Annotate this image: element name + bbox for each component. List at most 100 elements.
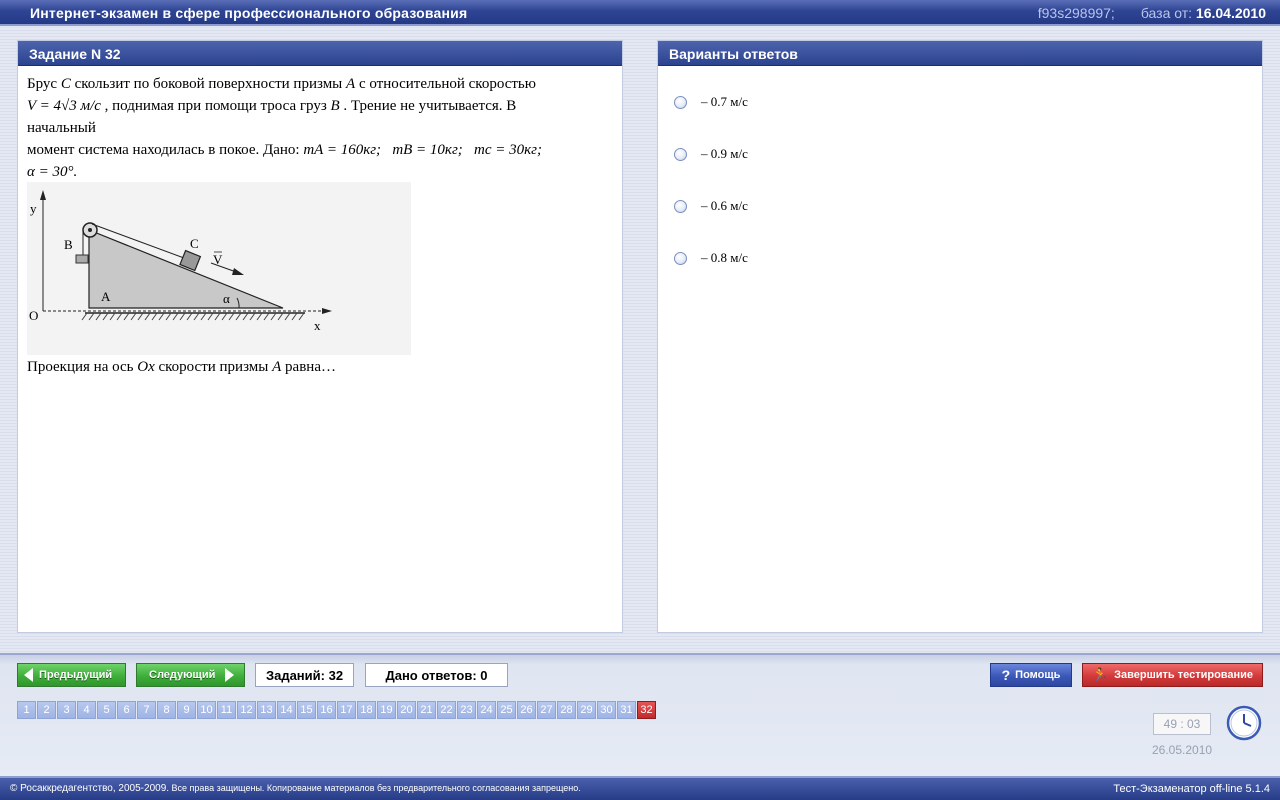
label-x: x	[314, 318, 321, 333]
question-text: Проекция на ось Ox скорости призмы A рав…	[27, 356, 607, 378]
x-axis-arrow	[322, 308, 332, 314]
question-nav-25[interactable]: 25	[497, 701, 516, 719]
question-part: равна…	[281, 359, 336, 375]
db-date: 16.04.2010	[1195, 5, 1266, 21]
timer-display: 49 : 03	[1153, 713, 1211, 735]
question-nav-32[interactable]: 32	[637, 701, 656, 719]
question-nav-13[interactable]: 13	[257, 701, 276, 719]
copyright-main: © Росаккредагентство, 2005-2009.	[10, 783, 170, 794]
finish-label: Завершить тестирование	[1114, 669, 1254, 681]
label-b: B	[64, 237, 73, 252]
velocity-arrow	[232, 268, 244, 275]
question-nav-15[interactable]: 15	[297, 701, 316, 719]
formula-v: V = 4√3 м/с	[27, 98, 101, 114]
question-part: скорости призмы	[154, 359, 273, 375]
given-alpha: α = 30°.	[27, 164, 78, 180]
question-nav-10[interactable]: 10	[197, 701, 216, 719]
next-button[interactable]: Следующий	[136, 663, 245, 687]
task-panel: Задание N 32 Брус C скользит по боковой …	[17, 40, 623, 633]
help-button[interactable]: ? Помощь	[990, 663, 1072, 687]
task-text-part: , поднимая при помощи троса груз	[100, 98, 331, 114]
current-date: 26.05.2010	[1152, 743, 1213, 757]
prism-diagram-svg: y x O A B C V α	[29, 190, 332, 333]
question-nav-17[interactable]: 17	[337, 701, 356, 719]
prev-label: Предыдущий	[39, 669, 113, 681]
question-nav-20[interactable]: 20	[397, 701, 416, 719]
arrow-right-icon	[225, 668, 235, 682]
answers-header: Варианты ответов	[658, 41, 1262, 66]
label-a: A	[101, 289, 111, 304]
task-text-part: с относительной скоростью	[355, 76, 536, 92]
session-id: f93s298997;	[1037, 5, 1115, 21]
label-c: C	[190, 236, 199, 251]
question-nav-29[interactable]: 29	[577, 701, 596, 719]
question-navigator: 1 2 3 4 5 6 7 8 9 10 11 12 13 14 15 16 17 18 19 20 21 22 23 24 2…	[17, 701, 657, 719]
task-text-part: скользит по боковой поверхности призмы	[70, 76, 347, 92]
copyright-rights: Все права защищены. Копирование материал…	[169, 783, 581, 793]
var-a: A	[346, 76, 356, 92]
answer-option-1[interactable]: – 0.7 м/с	[674, 92, 748, 112]
answer-label: – 0.7 м/с	[701, 94, 748, 109]
answer-label: – 0.6 м/с	[701, 198, 748, 213]
tasks-count: Заданий: 32	[255, 663, 354, 687]
question-nav-7[interactable]: 7	[137, 701, 156, 719]
question-nav-9[interactable]: 9	[177, 701, 196, 719]
answer-option-2[interactable]: – 0.9 м/с	[674, 144, 748, 164]
prism-a	[88, 229, 284, 309]
finish-test-button[interactable]: 🏃 Завершить тестирование	[1082, 663, 1263, 687]
next-label: Следующий	[149, 669, 216, 681]
question-nav-22[interactable]: 22	[437, 701, 456, 719]
task-text-part: . Трение не учитывается. В	[339, 98, 517, 114]
question-nav-18[interactable]: 18	[357, 701, 376, 719]
question-nav-23[interactable]: 23	[457, 701, 476, 719]
label-o: O	[29, 308, 38, 323]
radio-button[interactable]	[674, 251, 687, 265]
question-nav-5[interactable]: 5	[97, 701, 116, 719]
question-nav-4[interactable]: 4	[77, 701, 96, 719]
question-nav-2[interactable]: 2	[37, 701, 56, 719]
question-nav-11[interactable]: 11	[217, 701, 236, 719]
question-nav-1[interactable]: 1	[17, 701, 36, 719]
radio-button[interactable]	[674, 199, 687, 213]
copyright: © Росаккредагентство, 2005-2009. Все пра…	[10, 783, 581, 794]
question-nav-3[interactable]: 3	[57, 701, 76, 719]
given-mc: mc = 30кг;	[474, 142, 543, 158]
db-label: база от:	[1140, 5, 1193, 21]
question-nav-21[interactable]: 21	[417, 701, 436, 719]
question-nav-27[interactable]: 27	[537, 701, 556, 719]
radio-button[interactable]	[674, 147, 687, 161]
question-nav-12[interactable]: 12	[237, 701, 256, 719]
answer-option-3[interactable]: – 0.6 м/с	[674, 196, 748, 216]
given-mb: mB = 10кг;	[392, 142, 463, 158]
prism-diagram: y x O A B C V α	[27, 182, 411, 355]
task-text-part: Брус	[27, 76, 61, 92]
prev-button[interactable]: Предыдущий	[17, 663, 126, 687]
answer-option-4[interactable]: – 0.8 м/с	[674, 248, 748, 268]
var-c: C	[60, 76, 71, 92]
app-title: Интернет-экзамен в сфере профессионально…	[30, 5, 468, 21]
question-nav-30[interactable]: 30	[597, 701, 616, 719]
question-nav-26[interactable]: 26	[517, 701, 536, 719]
question-nav-31[interactable]: 31	[617, 701, 636, 719]
question-nav-8[interactable]: 8	[157, 701, 176, 719]
task-text: Брус C скользит по боковой поверхности п…	[27, 73, 607, 183]
footer-bar: © Росаккредагентство, 2005-2009. Все пра…	[0, 776, 1280, 800]
var-b: B	[330, 98, 340, 114]
arrow-left-icon	[24, 668, 33, 682]
question-nav-19[interactable]: 19	[377, 701, 396, 719]
app-version: Тест-Экзаменатор off-line 5.1.4	[1113, 783, 1270, 795]
clock-icon	[1226, 705, 1262, 741]
var-a: A	[272, 359, 282, 375]
question-part: Проекция на ось	[27, 359, 138, 375]
help-label: Помощь	[1015, 669, 1061, 681]
radio-button[interactable]	[674, 95, 687, 109]
task-text-part: момент система находилась в покое. Дано:	[27, 142, 304, 158]
answers-count: Дано ответов: 0	[365, 663, 508, 687]
question-nav-24[interactable]: 24	[477, 701, 496, 719]
weight-b	[75, 254, 89, 264]
question-nav-14[interactable]: 14	[277, 701, 296, 719]
question-nav-16[interactable]: 16	[317, 701, 336, 719]
question-nav-28[interactable]: 28	[557, 701, 576, 719]
answers-panel: Варианты ответов – 0.7 м/с – 0.9 м/с – 0…	[657, 40, 1263, 633]
question-nav-6[interactable]: 6	[117, 701, 136, 719]
